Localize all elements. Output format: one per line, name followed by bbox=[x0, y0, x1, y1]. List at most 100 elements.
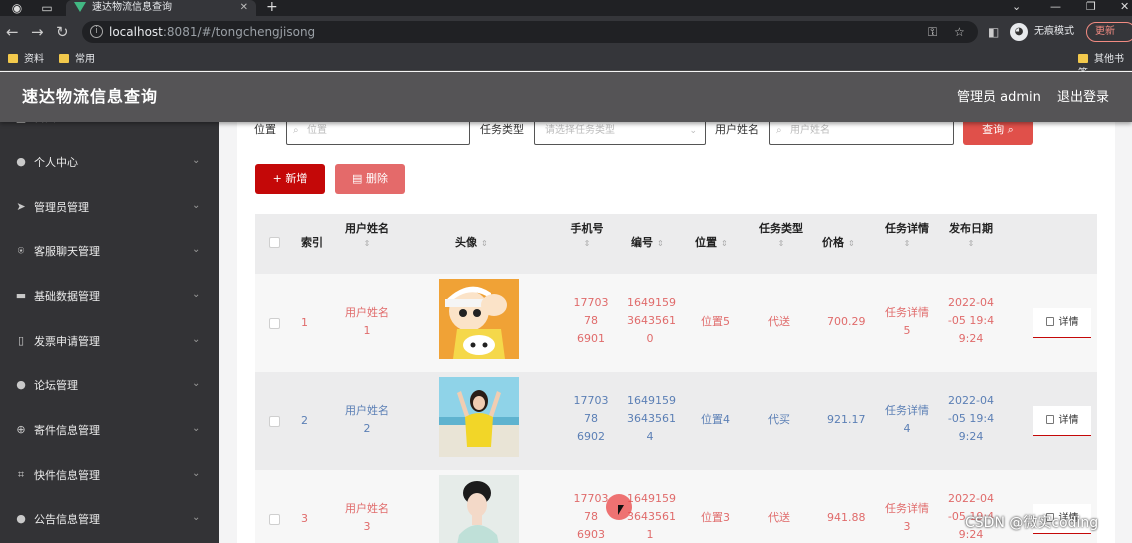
browser-tab-active[interactable]: 速达物流信息查询 ✕ bbox=[66, 0, 256, 16]
row-checkbox[interactable] bbox=[269, 514, 280, 525]
detail-button[interactable]: 详情 bbox=[1033, 308, 1091, 338]
username-input[interactable]: ⌕ 用户姓名 bbox=[769, 122, 954, 145]
logout-link[interactable]: 退出登录 bbox=[1057, 90, 1109, 106]
delete-button[interactable]: ▤ 删除 bbox=[335, 164, 405, 194]
cell-task-detail: 任务详情 4 bbox=[883, 402, 931, 438]
bookmark-folder[interactable]: 常用 bbox=[59, 53, 95, 67]
sidebar-item-express[interactable]: ⌗ 快件信息管理 ⌄ bbox=[0, 455, 219, 499]
browser-menu-icon[interactable]: ◉ bbox=[10, 1, 24, 15]
tab-search-icon[interactable]: ▭ bbox=[40, 1, 54, 15]
cell-number-line: 3643561 bbox=[627, 314, 676, 327]
cell-username-line: 2 bbox=[363, 422, 371, 435]
header-task-detail-label: 任务详情 bbox=[885, 222, 929, 235]
sidebar-item-label: 基础数据管理 bbox=[34, 290, 100, 303]
chevron-down-icon: ⌄ bbox=[192, 289, 201, 300]
task-type-filter-label: 任务类型 bbox=[480, 123, 524, 136]
bookmark-folder[interactable]: 资料 bbox=[8, 53, 44, 67]
sort-icon: ⇕ bbox=[363, 239, 371, 248]
table-row[interactable]: 2 用户姓名 2 17703 78 6902 1649159 3643561 4 位置4… bbox=[255, 372, 1097, 470]
header-username[interactable]: 用户姓名 ⇕ bbox=[341, 222, 393, 249]
sidebar-item-notice[interactable]: ● 公告信息管理 ⌄ bbox=[0, 499, 219, 543]
chevron-down-icon: ⌄ bbox=[192, 155, 201, 166]
header-number[interactable]: 编号 ⇕ bbox=[631, 236, 664, 250]
search-button-label: 查询 bbox=[982, 123, 1005, 136]
table-header: 索引 用户姓名 ⇕ 头像 ⇕ 手机号 ⇕ 编号 ⇕ 位置 ⇕ 任务类型 ⇕ 价格 ⇕ 任务详情… bbox=[255, 214, 1097, 274]
tab-close-icon[interactable]: ✕ bbox=[240, 1, 248, 15]
header-task-type[interactable]: 任务类型 ⇕ bbox=[757, 222, 805, 249]
cell-date-line: 2022-04 bbox=[948, 492, 994, 505]
star-icon[interactable]: ☆ bbox=[954, 24, 965, 40]
header-avatar[interactable]: 头像 ⇕ bbox=[455, 236, 488, 250]
sidebar-item-label: 发票申请管理 bbox=[34, 335, 100, 348]
trash-icon: ▤ bbox=[352, 172, 363, 185]
sidebar-item-shipping[interactable]: ⊕ 寄件信息管理 ⌄ bbox=[0, 410, 219, 454]
search-button[interactable]: 查询 ⌕ bbox=[963, 122, 1033, 145]
add-button[interactable]: + 新增 bbox=[255, 164, 325, 194]
new-tab-icon[interactable]: + bbox=[266, 0, 278, 14]
header-task-detail[interactable]: 任务详情 ⇕ bbox=[883, 222, 931, 249]
cell-task-type: 代买 bbox=[768, 413, 790, 426]
sort-icon: ⇕ bbox=[777, 239, 785, 248]
app-header: 速达物流信息查询 管理员 admin 退出登录 bbox=[0, 72, 1132, 122]
task-type-select[interactable]: 请选择任务类型 ⌄ bbox=[534, 122, 706, 145]
pin-icon: ● bbox=[16, 512, 26, 525]
bookmarks-bar: 资料 常用 其他书签 bbox=[0, 49, 1132, 79]
sidebar-item-label: 公告信息管理 bbox=[34, 513, 100, 526]
sidebar-item-label: 管理员管理 bbox=[34, 201, 89, 214]
update-button[interactable]: 更新 bbox=[1086, 22, 1132, 42]
document-icon bbox=[1045, 317, 1054, 326]
sidebar-item-invoice[interactable]: ▯ 发票申请管理 ⌄ bbox=[0, 321, 219, 365]
sidebar-item-forum[interactable]: ● 论坛管理 ⌄ bbox=[0, 365, 219, 409]
cell-date: 2022-04 -05 19:4 9:24 bbox=[947, 392, 995, 446]
sidebar-item-home[interactable]: ▆ 首页 bbox=[0, 122, 219, 141]
select-all-checkbox[interactable] bbox=[269, 237, 280, 248]
reload-icon[interactable]: ↻ bbox=[56, 24, 69, 40]
table-row[interactable]: 1 用户姓名 1 17703 78 6901 1649159 3643561 0… bbox=[255, 274, 1097, 372]
photo-avatar-image bbox=[439, 377, 519, 457]
close-window-icon[interactable]: ✕ bbox=[1120, 0, 1129, 14]
sidebar-item-chat[interactable]: ⍟ 客服聊天管理 ⌄ bbox=[0, 231, 219, 275]
row-checkbox[interactable] bbox=[269, 416, 280, 427]
cell-username-line: 用户姓名 bbox=[345, 502, 389, 515]
maximize-icon[interactable]: ❐ bbox=[1086, 0, 1096, 14]
detail-button-label: 详情 bbox=[1058, 317, 1079, 328]
vue-logo-icon bbox=[74, 2, 86, 12]
sort-icon: ⇕ bbox=[657, 239, 664, 248]
header-date[interactable]: 发布日期 ⇕ bbox=[947, 222, 995, 249]
header-price-label: 价格 bbox=[822, 236, 844, 249]
cell-task-type: 代送 bbox=[768, 315, 790, 328]
back-icon[interactable]: ← bbox=[6, 24, 19, 40]
sidebar-toggle-icon[interactable]: ◧ bbox=[988, 24, 999, 40]
task-type-placeholder: 请选择任务类型 bbox=[545, 125, 615, 136]
location-input[interactable]: ⌕ 位置 bbox=[286, 122, 470, 145]
minimize-icon[interactable]: — bbox=[1050, 0, 1061, 14]
cell-location: 位置3 bbox=[701, 511, 730, 524]
row-checkbox[interactable] bbox=[269, 318, 280, 329]
sort-icon: ⇕ bbox=[583, 239, 591, 248]
header-price[interactable]: 价格 ⇕ bbox=[822, 236, 855, 250]
tab-list-icon[interactable]: ⌄ bbox=[1012, 0, 1021, 14]
sidebar-item-basic-data[interactable]: ▬ 基础数据管理 ⌄ bbox=[0, 276, 219, 320]
username-filter-label: 用户姓名 bbox=[715, 123, 759, 136]
header-number-label: 编号 bbox=[631, 236, 653, 249]
detail-button[interactable]: 详情 bbox=[1033, 406, 1091, 436]
bookmark-label: 常用 bbox=[75, 54, 95, 65]
header-location[interactable]: 位置 ⇕ bbox=[695, 236, 728, 250]
cell-task-detail-line: 4 bbox=[903, 422, 911, 435]
chat-icon: ⍟ bbox=[17, 244, 25, 257]
username-placeholder: 用户姓名 bbox=[790, 125, 830, 136]
crop-icon: ⌗ bbox=[17, 468, 25, 481]
sidebar-item-profile[interactable]: ● 个人中心 ⌄ bbox=[0, 142, 219, 186]
key-icon[interactable]: ⚿ bbox=[928, 24, 937, 40]
bookmark-label: 资料 bbox=[24, 54, 44, 65]
avatar bbox=[439, 475, 519, 543]
header-phone[interactable]: 手机号 ⇕ bbox=[567, 222, 607, 249]
forward-icon[interactable]: → bbox=[31, 24, 44, 40]
location-filter-label: 位置 bbox=[254, 123, 276, 136]
header-location-label: 位置 bbox=[695, 236, 717, 249]
site-info-icon[interactable]: i bbox=[90, 25, 103, 38]
table-row[interactable]: 3 用户姓名 3 17703 78 6903 1649159 3643561 1 位置3… bbox=[255, 470, 1097, 543]
cell-phone-line: 6903 bbox=[577, 528, 605, 541]
sidebar-item-admins[interactable]: ➤ 管理员管理 ⌄ bbox=[0, 187, 219, 231]
url-field[interactable]: i localhost:8081/#/tongchengjisong ⚿ ☆ bbox=[82, 21, 978, 43]
